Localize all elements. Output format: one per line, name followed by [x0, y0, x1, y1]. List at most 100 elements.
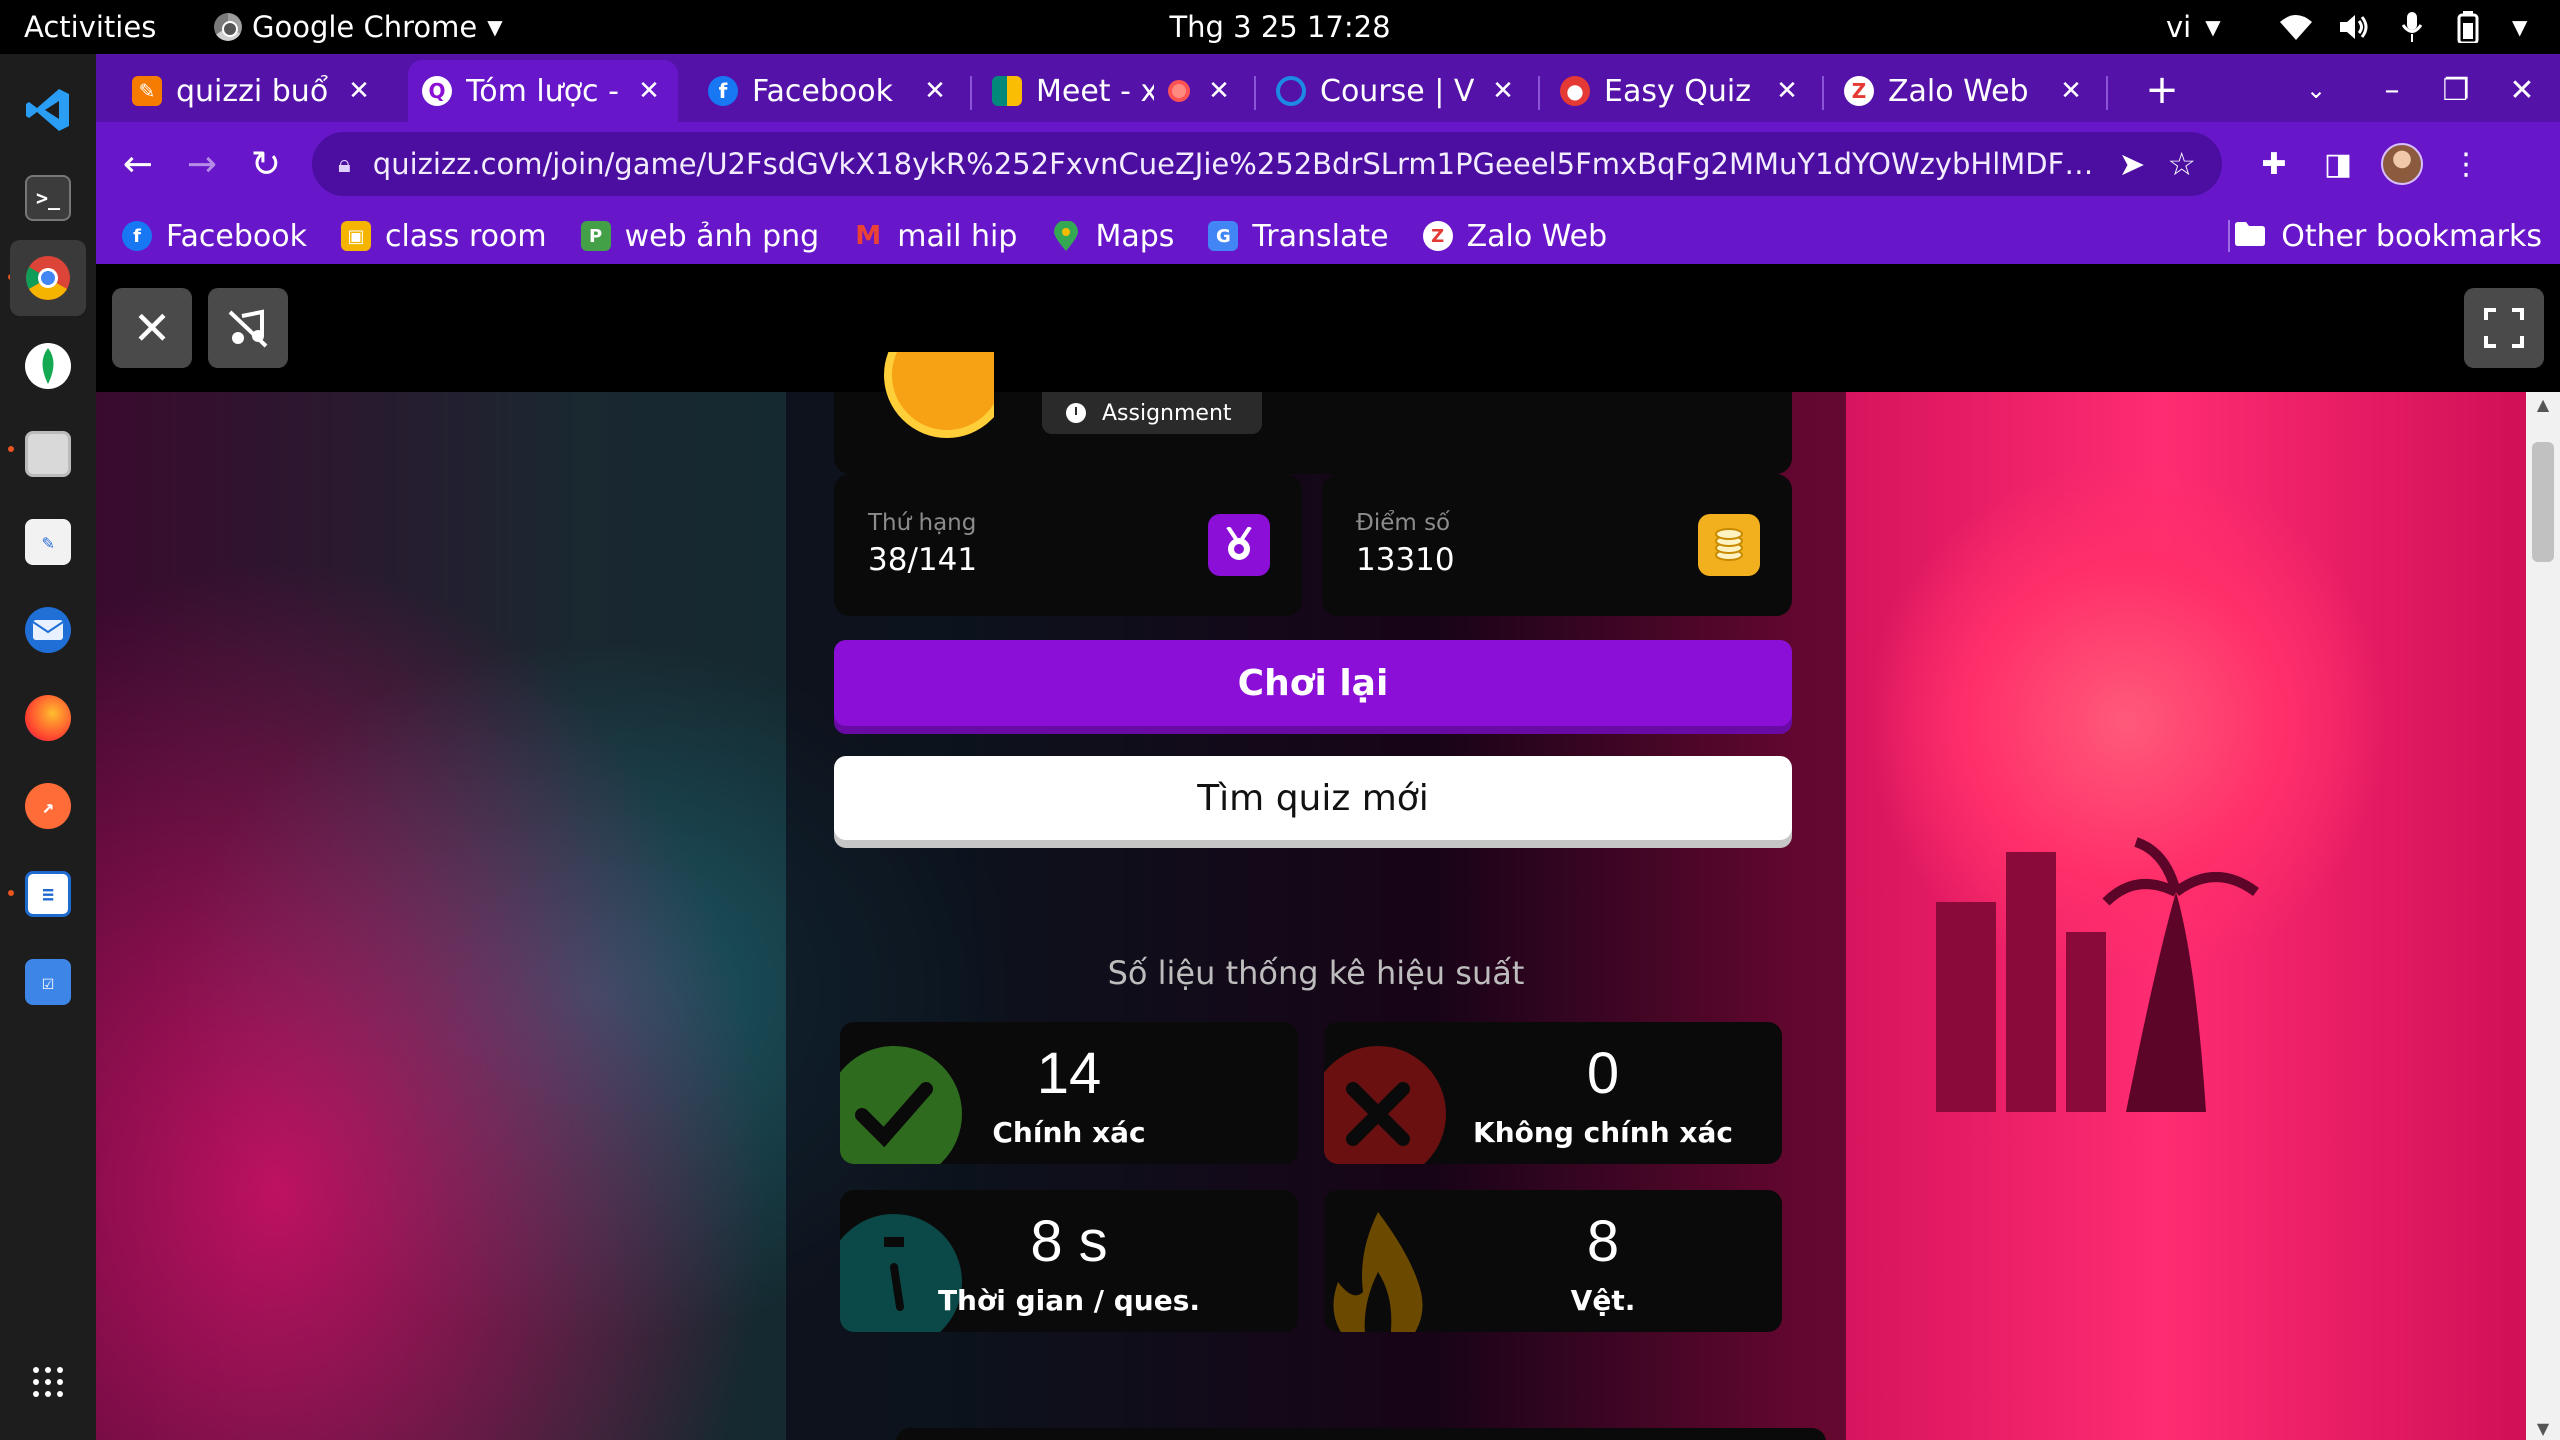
dock-firefox[interactable]: [10, 680, 86, 756]
show-apps-icon: [25, 1359, 71, 1405]
side-panel-icon[interactable]: ◨: [2310, 136, 2366, 192]
gnome-top-bar: Activities Google Chrome ▼ Thg 3 25 17:2…: [0, 0, 2560, 54]
dock-todo[interactable]: ☑: [10, 944, 86, 1020]
postman-icon: ↗: [25, 783, 71, 829]
dock-libreoffice-writer[interactable]: ≡: [10, 856, 86, 932]
tab-separator: [1822, 76, 1824, 110]
profile-button[interactable]: [2374, 136, 2430, 192]
browser-window: ✎ quizzi buổi ✕ Q Tóm lược - ✕ f Faceboo…: [96, 54, 2560, 264]
course-icon: [1276, 76, 1306, 106]
dock-thunderbird[interactable]: [10, 592, 86, 668]
bookmark-star-icon[interactable]: ☆: [2167, 145, 2196, 183]
todo-icon: ☑: [25, 959, 71, 1005]
score-card: Điểm số 13310: [1322, 474, 1792, 616]
fullscreen-button[interactable]: [2464, 288, 2544, 368]
chrome-icon: [214, 13, 242, 41]
other-bookmarks[interactable]: Other bookmarks: [2235, 208, 2542, 264]
back-button[interactable]: ←: [110, 136, 166, 192]
find-new-quiz-button[interactable]: Tìm quiz mới: [834, 756, 1792, 840]
pen-icon: ✎: [132, 76, 162, 106]
terminal-icon: >_: [25, 175, 71, 221]
tab-course[interactable]: Course | VIE ✕: [1262, 60, 1532, 122]
dock-terminal[interactable]: >_: [10, 160, 86, 236]
tab-zalo[interactable]: Z Zalo Web ✕: [1830, 60, 2100, 122]
send-icon[interactable]: ➤: [2119, 145, 2146, 183]
rank-value: 38/141: [868, 542, 978, 578]
bookmark-label: Maps: [1095, 218, 1175, 254]
bookmark-class-room[interactable]: ▣ class room: [340, 219, 547, 254]
scroll-down-icon[interactable]: ▼: [2526, 1416, 2560, 1440]
clock[interactable]: Thg 3 25 17:28: [1169, 10, 1390, 44]
bookmark-maps[interactable]: Maps: [1051, 219, 1174, 254]
mongodb-compass-icon: [25, 343, 71, 389]
page-scrollbar[interactable]: ▲ ▼: [2526, 392, 2560, 1440]
volume-icon: [2338, 11, 2370, 43]
dock-show-apps[interactable]: [10, 1344, 86, 1420]
time-per-question-label: Thời gian / ques.: [937, 1284, 1201, 1317]
reload-button[interactable]: ↻: [238, 136, 294, 192]
medal-icon: [1208, 514, 1270, 576]
mute-music-button[interactable]: [208, 288, 288, 368]
forward-button[interactable]: →: [174, 136, 230, 192]
zalo-icon: Z: [1844, 76, 1874, 106]
tab-facebook[interactable]: f Facebook ✕: [694, 60, 964, 122]
minimize-button[interactable]: –: [2362, 60, 2422, 120]
app-menu[interactable]: Google Chrome ▼: [214, 0, 503, 54]
tab-quizzi[interactable]: ✎ quizzi buổi ✕: [118, 60, 388, 122]
bookmark-translate[interactable]: G Translate: [1208, 219, 1389, 254]
dock-chrome[interactable]: [10, 240, 86, 316]
scroll-up-icon[interactable]: ▲: [2526, 392, 2560, 416]
clock-icon: [1066, 403, 1086, 423]
close-icon[interactable]: ✕: [920, 76, 950, 106]
dock-mongodb-compass[interactable]: [10, 328, 86, 404]
close-icon[interactable]: ✕: [2056, 76, 2086, 106]
language-selector[interactable]: vi ▼: [2166, 0, 2221, 54]
tab-title: Tóm lược -: [466, 73, 619, 109]
tab-title: Meet - x: [1036, 73, 1154, 109]
close-icon[interactable]: ✕: [1204, 76, 1234, 106]
dock-vscode[interactable]: [10, 72, 86, 148]
firefox-icon: [25, 695, 71, 741]
new-tab-button[interactable]: +: [2132, 60, 2192, 120]
close-icon[interactable]: ✕: [344, 76, 374, 106]
tab-search-button[interactable]: ⌄: [2286, 60, 2346, 120]
recording-icon: [1168, 80, 1190, 102]
other-bookmarks-label: Other bookmarks: [2281, 218, 2542, 254]
bookmark-facebook[interactable]: f Facebook: [122, 219, 307, 254]
libreoffice-writer-icon: ≡: [25, 871, 71, 917]
dock-text-editor[interactable]: ✎: [10, 504, 86, 580]
activities-button[interactable]: Activities: [24, 0, 156, 54]
dock: >_ ✎ ↗ ≡ ☑: [0, 54, 96, 1440]
close-quiz-button[interactable]: ✕: [112, 288, 192, 368]
tab-easy-quiz[interactable]: ● Easy Quiz P ✕: [1546, 60, 1816, 122]
bookmark-zalo-web[interactable]: Z Zalo Web: [1422, 219, 1607, 254]
facebook-icon: f: [122, 221, 152, 251]
language-label: vi: [2166, 10, 2192, 44]
close-icon[interactable]: ✕: [1772, 76, 1802, 106]
streak-label: Vệt.: [1570, 1284, 1636, 1317]
dock-postman[interactable]: ↗: [10, 768, 86, 844]
incorrect-card: 0 Không chính xác: [1324, 1022, 1782, 1164]
tab-tom-luoc[interactable]: Q Tóm lược - ✕: [408, 60, 678, 122]
address-bar[interactable]: 🔒︎ quizizz.com/join/game/U2FsdGVkX18ykR%…: [312, 132, 2222, 196]
assignment-badge: Assignment: [1042, 392, 1262, 434]
menu-icon[interactable]: ⋮: [2438, 136, 2494, 192]
close-icon[interactable]: ✕: [1488, 76, 1518, 106]
bookmark-web-anh-png[interactable]: P web ảnh png: [580, 219, 819, 254]
restore-button[interactable]: ❐: [2426, 60, 2486, 120]
url-text[interactable]: quizizz.com/join/game/U2FsdGVkX18ykR%252…: [373, 147, 2097, 181]
close-window-button[interactable]: ✕: [2492, 60, 2552, 120]
tab-title: Facebook: [752, 73, 893, 109]
bookmark-mail-hip[interactable]: M mail hip: [853, 219, 1017, 254]
scroll-thumb[interactable]: [2532, 442, 2554, 562]
tab-meet[interactable]: Meet - x ✕: [978, 60, 1248, 122]
play-again-button[interactable]: Chơi lại: [834, 640, 1792, 726]
incorrect-label: Không chính xác: [1473, 1116, 1733, 1149]
files-icon: [25, 431, 71, 477]
dock-files[interactable]: [10, 416, 86, 492]
system-tray[interactable]: ▼: [2280, 0, 2527, 54]
close-icon[interactable]: ✕: [634, 76, 664, 106]
lock-icon[interactable]: 🔒︎: [338, 150, 351, 178]
tab-title: Easy Quiz P: [1604, 73, 1758, 109]
extensions-icon[interactable]: ✚: [2246, 136, 2302, 192]
